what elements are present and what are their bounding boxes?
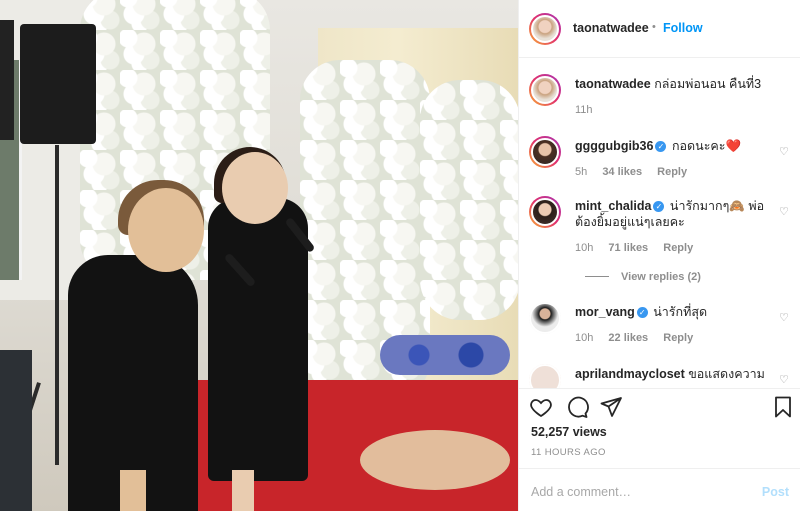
reply-button[interactable]: Reply [657,166,687,178]
comment-likes[interactable]: 71 likes [608,242,648,254]
verified-badge-icon: ✓ [655,141,667,152]
post-header: taonatwadee • Follow [519,0,800,58]
flower-arrangement [420,80,518,320]
caption: taonatwadee กล่อมพ่อนอน คืนที่3 11h [529,74,791,122]
commenter-avatar[interactable] [529,136,561,168]
comment-meta: 10h 71 likes Reply [575,242,705,254]
replies-line [585,276,609,277]
speaker [20,24,96,144]
view-replies-button[interactable]: View replies (2) [585,271,701,283]
comment-body: น่ารักที่สุด [653,305,708,319]
comment-item: mor_vang ✓ น่ารักที่สุด 10h 22 likes Repl… [529,302,791,350]
speaker-stand [55,145,59,465]
comment-body: ขอแสดงความ [688,367,765,381]
heart-icon[interactable] [529,395,553,419]
post-timestamp[interactable]: 11 HOURS AGO [531,447,606,458]
author-avatar[interactable] [529,13,561,45]
comment-item: mint_chalida ✓ น่ารักมากๆ🙈 พ่อต้องยิ้มอยู… [529,196,791,286]
comment-input[interactable]: Add a comment… [531,485,631,499]
post-actions: 52,257 views 11 HOURS AGO [519,388,800,468]
comment-time[interactable]: 5h [575,166,587,178]
verified-badge-icon: ✓ [653,201,665,212]
views-count[interactable]: 52,257 views [531,425,607,439]
comment-body: กอดนะคะ❤️ [671,139,742,153]
comment-username[interactable]: mor_vang [575,305,635,319]
blue-flowers [380,335,510,375]
like-comment-heart-icon[interactable]: ♡ [779,312,791,324]
like-comment-heart-icon[interactable]: ♡ [779,374,791,386]
verified-badge-icon: ✓ [636,307,648,318]
post-button[interactable]: Post [762,485,789,499]
comment-text: mor_vang ✓ น่ารักที่สุด [575,304,765,320]
comments-list[interactable]: taonatwadee กล่อมพ่อนอน คืนที่3 11h gggg… [519,58,800,388]
comment-username[interactable]: ggggubgib36 [575,139,653,153]
comment-item: aprilandmaycloset ขอแสดงความ ♡ [529,364,791,388]
singer-right-face [222,152,288,224]
commenter-avatar[interactable] [529,302,561,334]
comment-likes[interactable]: 22 likes [608,332,648,344]
carpet-medallion [360,430,510,490]
singer-right [208,198,308,481]
caption-time[interactable]: 11h [575,104,593,116]
comment-time[interactable]: 10h [575,332,593,344]
caption-text: taonatwadee กล่อมพ่อนอน คืนที่3 [575,76,765,92]
like-comment-heart-icon[interactable]: ♡ [779,206,791,218]
caption-username[interactable]: taonatwadee [575,77,651,91]
comment-meta: 5h 34 likes Reply [575,166,699,178]
commenter-avatar[interactable] [529,196,561,228]
view-replies-label[interactable]: View replies (2) [621,271,701,283]
comment-text: mint_chalida ✓ น่ารักมากๆ🙈 พ่อต้องยิ้มอยู… [575,198,765,230]
singer-left-leg [120,470,146,511]
comment-username[interactable]: aprilandmaycloset [575,367,685,381]
comment-meta: 10h 22 likes Reply [575,332,705,344]
separator-dot: • [652,21,656,33]
caption-meta: 11h [575,104,605,116]
post-video[interactable] [0,0,518,511]
author-avatar[interactable] [529,74,561,106]
follow-button[interactable]: Follow [663,21,703,35]
comment-time[interactable]: 10h [575,242,593,254]
speaker [0,20,14,140]
singer-left-face [128,188,204,272]
comment-text: ggggubgib36 ✓ กอดนะคะ❤️ [575,138,765,154]
author-username[interactable]: taonatwadee [573,21,649,35]
chair [0,350,32,511]
reply-button[interactable]: Reply [663,332,693,344]
share-icon[interactable] [599,395,623,419]
add-comment-bar: Add a comment… Post [519,468,800,511]
like-comment-heart-icon[interactable]: ♡ [779,146,791,158]
post-sidebar: taonatwadee • Follow taonatwadee กล่อมพ่… [518,0,800,511]
bookmark-icon[interactable] [771,395,795,419]
singer-right-leg [232,470,254,511]
instagram-post-view: taonatwadee • Follow taonatwadee กล่อมพ่… [0,0,800,511]
reply-button[interactable]: Reply [663,242,693,254]
comment-icon[interactable] [565,395,589,419]
commenter-avatar[interactable] [529,364,561,388]
comment-likes[interactable]: 34 likes [602,166,642,178]
comment-username[interactable]: mint_chalida [575,199,651,213]
caption-body: กล่อมพ่อนอน คืนที่3 [654,77,762,91]
comment-item: ggggubgib36 ✓ กอดนะคะ❤️ 5h 34 likes Reply… [529,136,791,184]
comment-text: aprilandmaycloset ขอแสดงความ [575,366,765,382]
